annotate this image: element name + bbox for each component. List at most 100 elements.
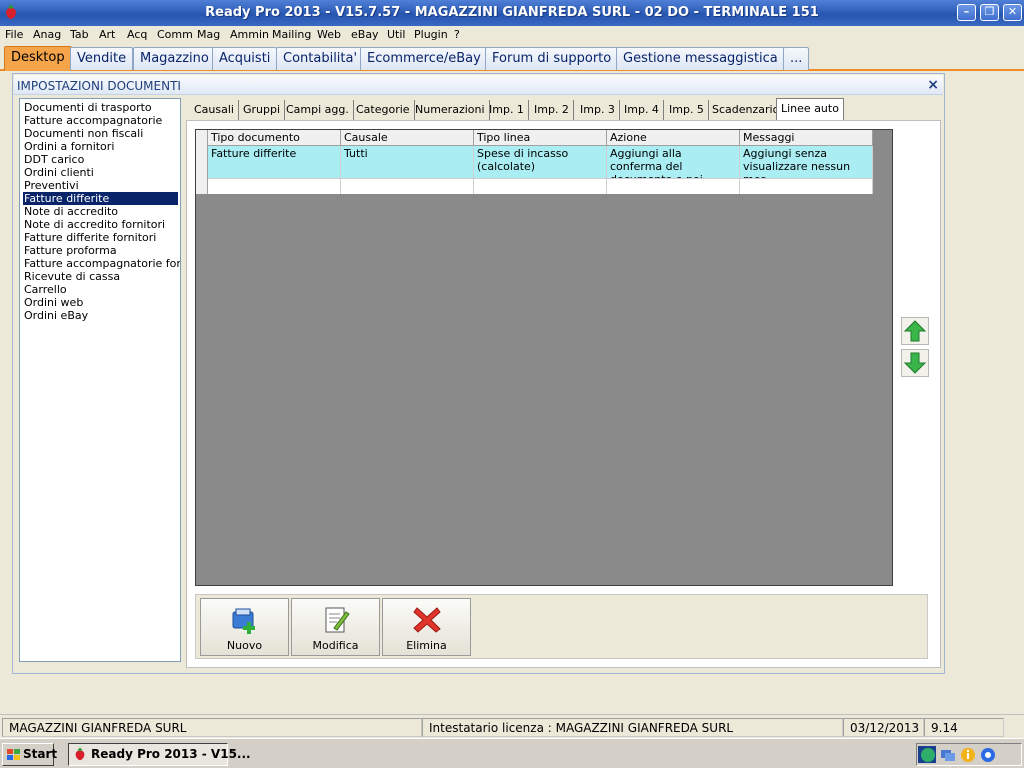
list-item[interactable]: Fatture differite fornitori	[23, 231, 157, 244]
network-icon[interactable]	[920, 747, 936, 763]
tab-scadenzario[interactable]: Scadenzario	[708, 100, 785, 121]
dialog-title-bar: IMPOSTAZIONI DOCUMENTI ×	[14, 75, 943, 95]
window-title: Ready Pro 2013 - V15.7.57 - MAGAZZINI GI…	[205, 5, 819, 20]
restore-button[interactable]: ❐	[980, 4, 999, 21]
tab-campi-agg[interactable]: Campi agg.	[282, 100, 354, 121]
menu-plugin[interactable]: Plugin	[414, 28, 448, 41]
cell-messaggi[interactable]: Aggiungi senza visualizzare nessun mes..…	[740, 146, 873, 178]
new-row-cell[interactable]	[607, 178, 740, 194]
tab-more[interactable]: ...	[783, 47, 810, 70]
cell-tipo-linea[interactable]: Spese di incasso (calcolate)	[474, 146, 607, 178]
windows-flag-icon	[7, 749, 20, 760]
menu-help[interactable]: ?	[454, 28, 460, 41]
list-item[interactable]: Carrello	[23, 283, 68, 296]
tab-categorie[interactable]: Categorie	[352, 100, 415, 121]
monitors-icon[interactable]	[940, 747, 956, 763]
dialog-title: IMPOSTAZIONI DOCUMENTI	[17, 79, 181, 93]
status-license: Intestatario licenza : MAGAZZINI GIANFRE…	[422, 718, 843, 737]
move-down-button[interactable]	[901, 349, 929, 377]
status-date: 03/12/2013	[843, 718, 924, 737]
tab-linee-auto[interactable]: Linee auto	[776, 98, 844, 121]
tab-vendite[interactable]: Vendite	[70, 47, 134, 70]
green-down-arrow-icon	[903, 352, 927, 374]
menu-file[interactable]: File	[5, 28, 23, 41]
column-header-tipo-linea[interactable]: Tipo linea	[474, 130, 607, 146]
close-button[interactable]: ✕	[1003, 4, 1022, 21]
new-button-label: Nuovo	[226, 639, 263, 652]
move-up-button[interactable]	[901, 317, 929, 345]
tab-gruppi[interactable]: Gruppi	[239, 100, 286, 121]
menu-mailing[interactable]: Mailing	[272, 28, 311, 41]
tab-causali[interactable]: Causali	[190, 100, 239, 121]
new-row-cell[interactable]	[208, 178, 341, 194]
tab-imp-2[interactable]: Imp. 2	[530, 100, 574, 121]
row-header[interactable]	[196, 146, 208, 178]
info-icon[interactable]	[960, 747, 976, 763]
list-item[interactable]: Fatture proforma	[23, 244, 118, 257]
list-item[interactable]: Ordini clienti	[23, 166, 95, 179]
column-header-messaggi[interactable]: Messaggi	[740, 130, 873, 146]
menu-ebay[interactable]: eBay	[351, 28, 379, 41]
column-header-azione[interactable]: Azione	[607, 130, 740, 146]
cell-causale[interactable]: Tutti	[341, 146, 474, 178]
list-item[interactable]: Ordini a fornitori	[23, 140, 115, 153]
list-item[interactable]: Fatture accompagnatorie	[23, 114, 163, 127]
dialog-close-icon[interactable]: ×	[927, 77, 939, 93]
column-header-tipo-documento[interactable]: Tipo documento	[208, 130, 341, 146]
list-item[interactable]: Documenti non fiscali	[23, 127, 144, 140]
tab-numerazioni[interactable]: Numerazioni	[411, 100, 490, 121]
tab-forum-di-supporto[interactable]: Forum di supporto	[485, 47, 619, 70]
new-button[interactable]: Nuovo	[200, 598, 289, 656]
list-item[interactable]: Note di accredito	[23, 205, 119, 218]
menu-comm[interactable]: Comm	[157, 28, 193, 41]
column-header-causale[interactable]: Causale	[341, 130, 474, 146]
tab-imp-4[interactable]: Imp. 4	[620, 100, 664, 121]
grid-corner	[196, 130, 208, 146]
start-label: Start	[23, 747, 58, 761]
menu-art[interactable]: Art	[99, 28, 115, 41]
start-button[interactable]: Start	[2, 743, 58, 766]
new-row-cell[interactable]	[740, 178, 873, 194]
tab-imp-1[interactable]: Imp. 1	[485, 100, 529, 121]
new-row-header[interactable]	[196, 178, 208, 194]
menu-ammin[interactable]: Ammin	[230, 28, 269, 41]
cell-azione[interactable]: Aggiungi alla conferma del documento e p…	[607, 146, 740, 178]
menu-mag[interactable]: Mag	[197, 28, 220, 41]
tab-imp-5[interactable]: Imp. 5	[665, 100, 709, 121]
status-company: MAGAZZINI GIANFREDA SURL	[2, 718, 422, 737]
list-item-selected[interactable]: Fatture differite	[23, 192, 178, 205]
tab-acquisti[interactable]: Acquisti	[212, 47, 278, 70]
new-row-cell[interactable]	[474, 178, 607, 194]
red-x-delete-icon	[413, 607, 441, 633]
list-item[interactable]: Ordini web	[23, 296, 84, 309]
tab-gestione-messaggistica[interactable]: Gestione messaggistica	[616, 47, 785, 70]
cell-tipo-documento[interactable]: Fatture differite	[208, 146, 341, 178]
list-item[interactable]: Note di accredito fornitori	[23, 218, 166, 231]
edit-button[interactable]: Modifica	[291, 598, 380, 656]
list-item[interactable]: Ordini eBay	[23, 309, 89, 322]
list-item[interactable]: Fatture accompagnatorie fornito	[23, 257, 180, 270]
delete-button[interactable]: Elimina	[382, 598, 471, 656]
tab-desktop[interactable]: Desktop	[4, 46, 72, 71]
tab-contabilita[interactable]: Contabilita'	[276, 47, 365, 70]
list-item[interactable]: Ricevute di cassa	[23, 270, 121, 283]
messenger-icon[interactable]	[980, 747, 996, 763]
menu-anag[interactable]: Anag	[33, 28, 61, 41]
new-row-cell[interactable]	[341, 178, 474, 194]
menu-util[interactable]: Util	[387, 28, 405, 41]
list-item[interactable]: DDT carico	[23, 153, 85, 166]
strawberry-app-icon	[75, 747, 85, 761]
menu-tab[interactable]: Tab	[70, 28, 89, 41]
taskbar-item-ready-pro[interactable]: Ready Pro 2013 - V15...	[68, 743, 251, 766]
tab-imp-3[interactable]: Imp. 3	[576, 100, 620, 121]
list-item[interactable]: Documenti di trasporto	[23, 101, 153, 114]
settings-tab-strip: Causali Gruppi Campi agg. Categorie Nume…	[186, 98, 941, 121]
menu-acq[interactable]: Acq	[127, 28, 147, 41]
list-item[interactable]: Preventivi	[23, 179, 80, 192]
taskbar-item-label: Ready Pro 2013 - V15...	[91, 747, 251, 761]
menu-web[interactable]: Web	[317, 28, 341, 41]
minimize-button[interactable]: –	[957, 4, 976, 21]
tab-ecommerce-ebay[interactable]: Ecommerce/eBay	[360, 47, 488, 70]
tab-magazzino[interactable]: Magazzino	[133, 47, 216, 70]
status-time: 9.14	[924, 718, 1004, 737]
